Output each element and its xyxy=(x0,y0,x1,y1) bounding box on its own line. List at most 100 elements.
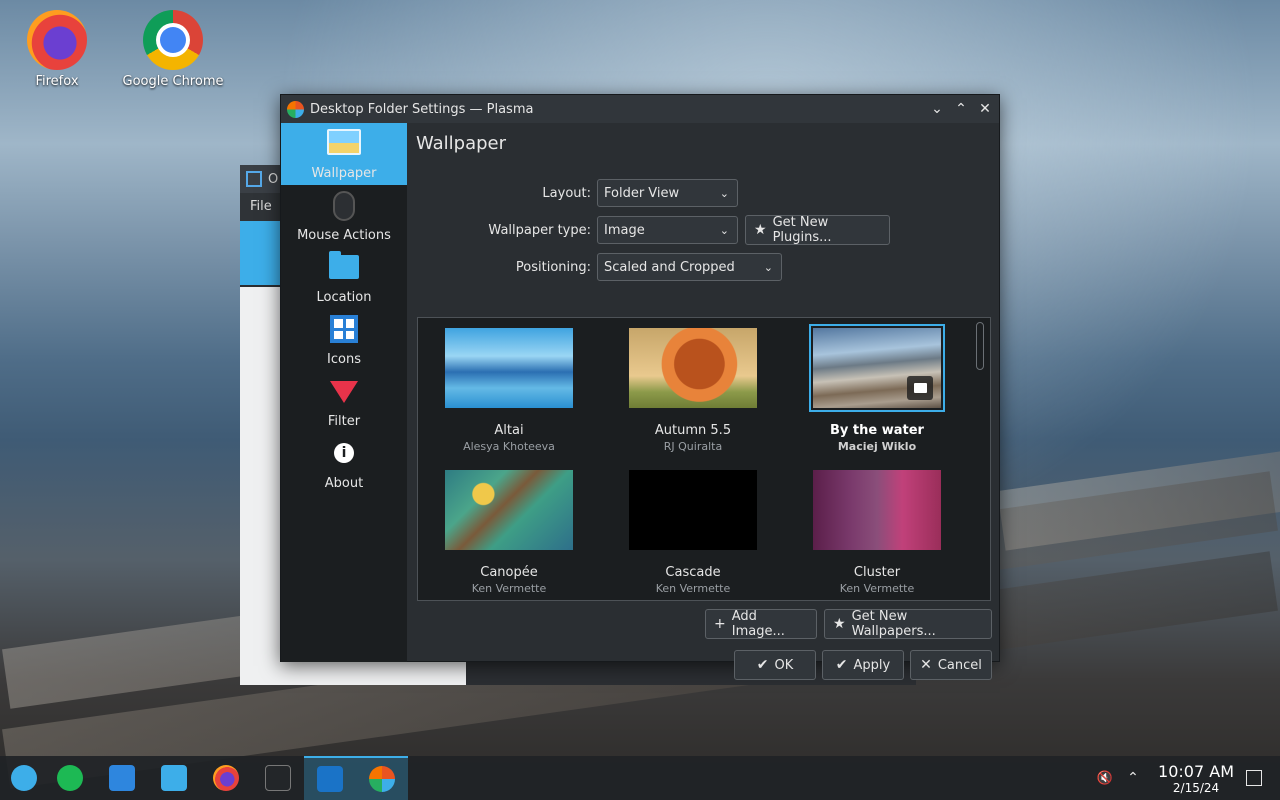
category-sidebar: Wallpaper Mouse Actions Location Icons F… xyxy=(281,123,407,662)
category-location[interactable]: Location xyxy=(281,247,407,309)
wallpaper-name: Autumn 5.5 xyxy=(654,423,732,438)
add-image-button[interactable]: + Add Image... xyxy=(705,609,817,639)
layout-row: Layout: Folder View ⌄ xyxy=(407,179,738,207)
wallpaper-thumbnail xyxy=(813,470,941,550)
check-icon: ✔ xyxy=(756,657,769,673)
chevron-down-icon: ⌄ xyxy=(763,260,773,274)
taskbar-app-store[interactable] xyxy=(98,756,146,800)
taskbar-app-files[interactable] xyxy=(150,756,198,800)
get-new-plugins-button[interactable]: ★ Get New Plugins... xyxy=(745,215,890,245)
category-label: Wallpaper xyxy=(311,166,377,181)
application-launcher[interactable] xyxy=(0,756,48,800)
desktop-icon-google-chrome[interactable]: Google Chrome xyxy=(118,10,228,89)
star-icon: ★ xyxy=(754,222,767,238)
wallpaper-tile[interactable]: Cluster Ken Vermette xyxy=(792,470,962,595)
firefox-icon xyxy=(27,10,87,70)
taskbar-app-terminal[interactable] xyxy=(254,756,302,800)
terminal-icon xyxy=(265,765,291,791)
plus-icon: + xyxy=(714,616,726,632)
taskbar-app-firefox[interactable] xyxy=(202,756,250,800)
firefox-icon xyxy=(213,765,239,791)
positioning-label: Positioning: xyxy=(515,259,591,275)
chevron-up-icon[interactable]: ⌃ xyxy=(1122,756,1144,800)
wallpaper-tile[interactable]: Altai Alesya Khoteeva xyxy=(424,328,594,453)
volume-muted-icon[interactable]: 🔇 xyxy=(1092,756,1118,800)
plasma-app-icon xyxy=(369,766,395,792)
wallpaper-thumbnail xyxy=(445,470,573,550)
wallpaper-type-label: Wallpaper type: xyxy=(488,222,591,238)
category-icons[interactable]: Icons xyxy=(281,309,407,371)
show-desktop-icon xyxy=(1246,770,1262,786)
apply-button[interactable]: ✔ Apply xyxy=(822,650,904,680)
taskbar-app-plasma-settings[interactable] xyxy=(356,756,408,800)
wallpaper-name: Cluster xyxy=(853,565,901,580)
clock-date: 2/15/24 xyxy=(1172,781,1220,795)
cancel-button[interactable]: ✕ Cancel xyxy=(910,650,992,680)
positioning-combobox[interactable]: Scaled and Cropped ⌄ xyxy=(597,253,782,281)
ok-button[interactable]: ✔ OK xyxy=(734,650,816,680)
wallpaper-tile[interactable]: Autumn 5.5 RJ Quiralta xyxy=(608,328,778,453)
button-label: Add Image... xyxy=(731,609,785,639)
category-mouse-actions[interactable]: Mouse Actions xyxy=(281,185,407,247)
wallpaper-author: Ken Vermette xyxy=(471,582,547,595)
wallpaper-tile[interactable]: Cascade Ken Vermette xyxy=(608,470,778,595)
taskbar-app-discover[interactable] xyxy=(46,756,94,800)
category-label: Location xyxy=(316,290,372,305)
wallpaper-gallery: Altai Alesya Khoteeva Autumn 5.5 RJ Quir… xyxy=(417,317,991,601)
clock[interactable]: 10:07 AM 2/15/24 xyxy=(1158,762,1234,795)
close-icon[interactable]: ✕ xyxy=(975,99,995,119)
briefcase-icon xyxy=(109,765,135,791)
plasma-app-icon xyxy=(287,100,304,118)
button-label: Get New Wallpapers... xyxy=(851,609,936,639)
category-filter[interactable]: Filter xyxy=(281,371,407,433)
layout-value: Folder View xyxy=(604,185,680,201)
folder-icon xyxy=(913,383,927,393)
wallpaper-thumbnail xyxy=(809,324,945,412)
positioning-row: Positioning: Scaled and Cropped ⌄ xyxy=(407,253,782,281)
desktop-icon-firefox[interactable]: Firefox xyxy=(2,10,112,89)
wallpaper-author: Ken Vermette xyxy=(839,582,915,595)
chevron-down-icon: ⌄ xyxy=(719,223,729,237)
wallpaper-name: Altai xyxy=(494,423,524,438)
folder-icon xyxy=(161,765,187,791)
category-wallpaper[interactable]: Wallpaper xyxy=(281,123,407,185)
category-about[interactable]: i About xyxy=(281,433,407,495)
category-label: Mouse Actions xyxy=(297,228,391,243)
wallpaper-thumbnail xyxy=(629,470,757,550)
wallpaper-name: Cascade xyxy=(665,565,721,580)
maximize-icon[interactable]: ⌃ xyxy=(951,99,971,119)
category-label: Filter xyxy=(327,414,361,429)
wrench-icon xyxy=(57,765,83,791)
get-new-wallpapers-button[interactable]: ★ Get New Wallpapers... xyxy=(824,609,992,639)
dialog-title: Desktop Folder Settings — Plasma xyxy=(310,101,534,117)
folder-icon xyxy=(329,251,359,279)
mouse-icon xyxy=(333,191,355,221)
button-label: Get New Plugins... xyxy=(772,215,832,245)
minimize-icon[interactable]: ⌄ xyxy=(927,99,947,119)
chevron-down-icon: ⌄ xyxy=(719,186,729,200)
open-folder-button[interactable] xyxy=(907,376,933,400)
desktop-icon-label: Firefox xyxy=(35,74,79,89)
app-icon xyxy=(246,171,262,187)
scrollbar-handle[interactable] xyxy=(976,322,984,370)
gallery-scrollbar[interactable] xyxy=(976,322,986,596)
show-desktop-button[interactable] xyxy=(1242,756,1266,800)
taskbar-app-system-monitor[interactable] xyxy=(304,756,356,800)
star-icon: ★ xyxy=(833,616,846,632)
wallpaper-type-combobox[interactable]: Image ⌄ xyxy=(597,216,738,244)
category-label: About xyxy=(324,476,364,491)
wallpaper-icon xyxy=(327,129,361,155)
wallpaper-tile-selected[interactable]: By the water Maciej Wiklo xyxy=(792,324,962,453)
page-title: Wallpaper xyxy=(416,133,507,154)
layout-combobox[interactable]: Folder View ⌄ xyxy=(597,179,738,207)
button-label: Apply xyxy=(853,657,891,673)
icons-grid-icon xyxy=(330,315,358,343)
taskbar: 🔇 ⌃ 10:07 AM 2/15/24 xyxy=(0,756,1280,800)
wallpaper-type-value: Image xyxy=(604,222,645,238)
positioning-value: Scaled and Cropped xyxy=(604,259,735,275)
wallpaper-tile[interactable]: Canopée Ken Vermette xyxy=(424,470,594,595)
button-label: OK xyxy=(774,657,794,673)
dialog-titlebar[interactable]: Desktop Folder Settings — Plasma ⌄ ⌃ ✕ xyxy=(281,95,999,123)
category-label: Icons xyxy=(327,352,361,367)
background-window-sidebar-item[interactable] xyxy=(240,221,280,285)
